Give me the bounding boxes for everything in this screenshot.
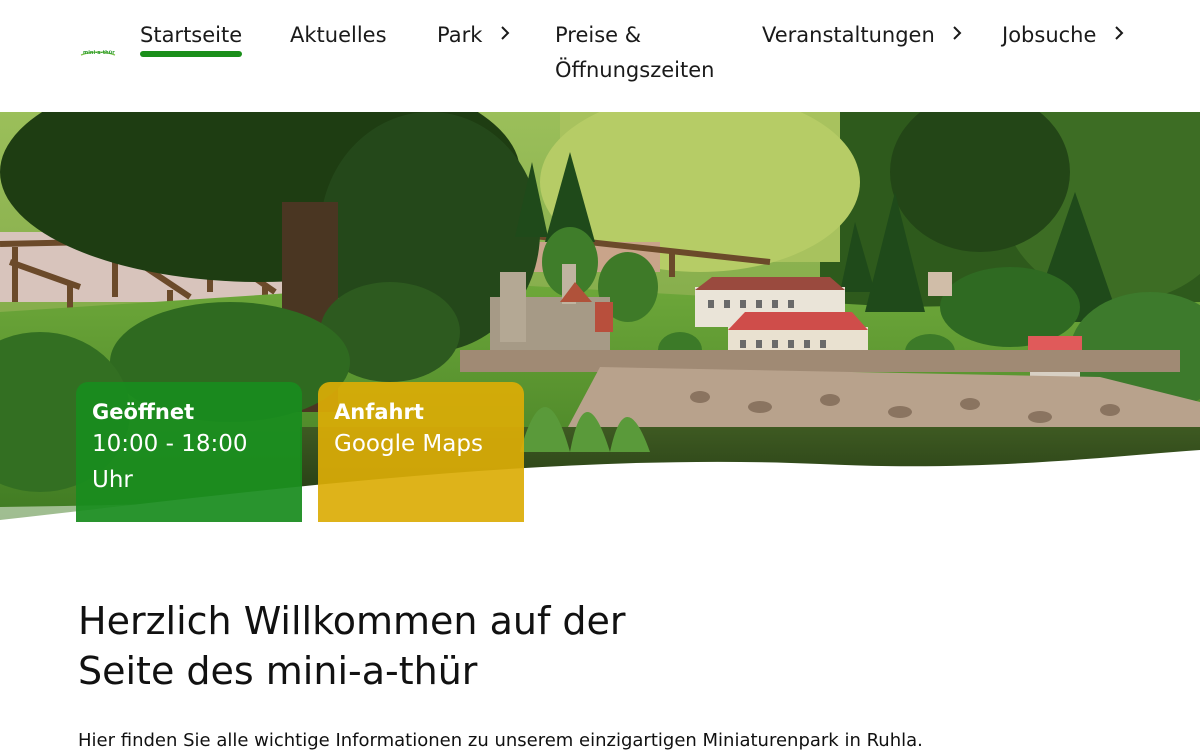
chevron-right-icon bbox=[501, 26, 510, 40]
nav-item-startseite[interactable]: Startseite bbox=[140, 18, 243, 57]
nav-item-label: Veranstaltungen bbox=[762, 23, 935, 47]
chevron-right-icon bbox=[1115, 26, 1124, 40]
nav-item-aktuelles[interactable]: Aktuelles bbox=[290, 18, 387, 53]
nav-item-label: Aktuelles bbox=[290, 23, 387, 47]
opening-hours-value: 10:00 - 18:00 Uhr bbox=[92, 431, 248, 493]
nav-item-label: Park bbox=[437, 23, 483, 47]
chevron-right-icon bbox=[953, 26, 962, 40]
directions-title: Anfahrt bbox=[334, 400, 424, 424]
nav-item-jobsuche[interactable]: Jobsuche bbox=[1002, 18, 1127, 53]
directions-link[interactable]: Google Maps bbox=[334, 426, 508, 462]
page-title-line2: Seite des mini-a-thür bbox=[78, 649, 478, 693]
opening-hours-card[interactable]: Geöffnet 10:00 - 18:00 Uhr bbox=[76, 382, 302, 522]
page-title: Herzlich Willkommen auf der Seite des mi… bbox=[78, 596, 778, 696]
nav-item-park[interactable]: Park bbox=[437, 18, 513, 53]
site-header: mini-a-thür Startseite Aktuelles Park Pr… bbox=[0, 0, 1200, 112]
nav-item-preise-oeffnungszeiten[interactable]: Preise & Öffnungszeiten bbox=[555, 18, 725, 88]
nav-item-label-line1: Preise & bbox=[555, 23, 642, 47]
nav-item-label-line2: Öffnungszeiten bbox=[555, 58, 715, 82]
nav-item-label: Jobsuche bbox=[1002, 23, 1097, 47]
nav-item-label: Startseite bbox=[140, 23, 243, 47]
site-logo[interactable]: mini-a-thür bbox=[80, 46, 116, 58]
intro-text: Hier finden Sie alle wichtige Informatio… bbox=[78, 730, 923, 750]
logo-text: mini-a-thür bbox=[83, 50, 115, 56]
page-title-line1: Herzlich Willkommen auf der bbox=[78, 599, 626, 643]
opening-hours-title: Geöffnet bbox=[92, 400, 195, 424]
active-indicator bbox=[140, 51, 243, 57]
directions-card[interactable]: Anfahrt Google Maps bbox=[318, 382, 524, 522]
hero-banner: Geöffnet 10:00 - 18:00 Uhr Anfahrt Googl… bbox=[0, 112, 1200, 522]
nav-item-veranstaltungen[interactable]: Veranstaltungen bbox=[762, 18, 965, 53]
